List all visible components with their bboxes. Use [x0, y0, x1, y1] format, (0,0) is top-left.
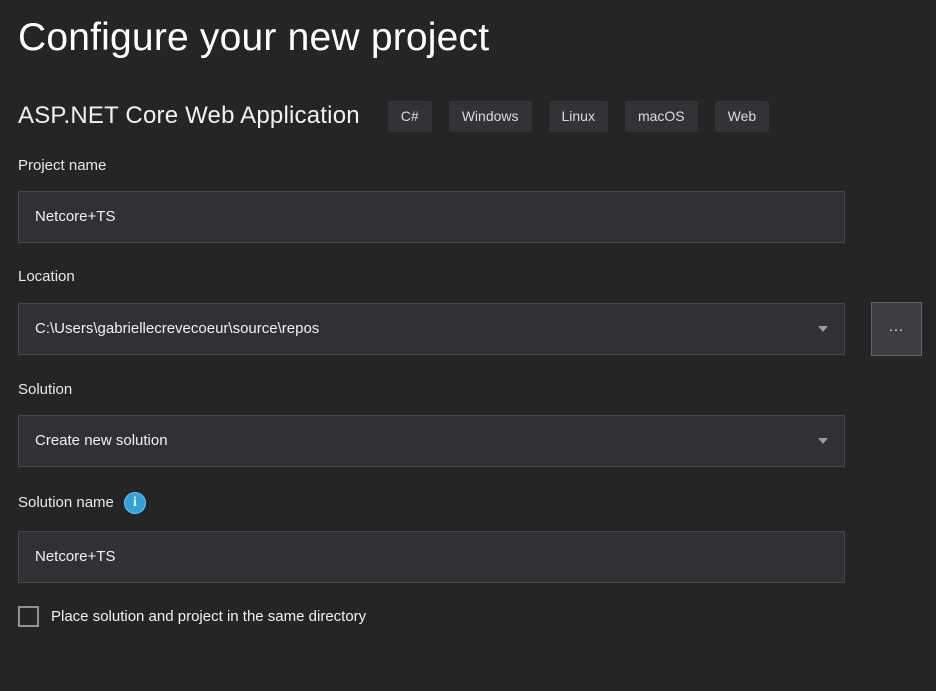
- solution-dropdown[interactable]: Create new solution: [18, 415, 845, 467]
- location-row: C:\Users\gabriellecrevecoeur\source\repo…: [18, 302, 936, 356]
- solution-label: Solution: [18, 381, 936, 398]
- location-combobox[interactable]: C:\Users\gabriellecrevecoeur\source\repo…: [18, 303, 845, 355]
- browse-button[interactable]: ...: [871, 302, 922, 356]
- project-name-input[interactable]: [18, 191, 845, 243]
- chevron-down-icon: [818, 438, 828, 444]
- info-icon[interactable]: i: [124, 492, 146, 514]
- chevron-down-icon: [818, 326, 828, 332]
- solution-name-input[interactable]: [18, 531, 845, 583]
- tag-linux: Linux: [549, 101, 608, 132]
- solution-selected-option: Create new solution: [35, 432, 168, 449]
- configure-project-dialog: Configure your new project ASP.NET Core …: [0, 0, 936, 627]
- template-header: ASP.NET Core Web Application C# Windows …: [18, 101, 936, 132]
- same-directory-checkbox[interactable]: [18, 606, 39, 627]
- tag-macos: macOS: [625, 101, 698, 132]
- tag-web: Web: [715, 101, 770, 132]
- page-title: Configure your new project: [18, 12, 936, 65]
- same-directory-row: Place solution and project in the same d…: [18, 606, 936, 627]
- solution-name-label: Solution name: [18, 494, 114, 511]
- project-name-label: Project name: [18, 157, 936, 174]
- same-directory-label[interactable]: Place solution and project in the same d…: [51, 608, 366, 625]
- location-label: Location: [18, 268, 936, 285]
- solution-name-label-row: Solution name i: [18, 492, 936, 514]
- template-name: ASP.NET Core Web Application: [18, 102, 360, 130]
- tag-csharp: C#: [388, 101, 432, 132]
- location-value: C:\Users\gabriellecrevecoeur\source\repo…: [35, 320, 319, 337]
- tag-windows: Windows: [449, 101, 532, 132]
